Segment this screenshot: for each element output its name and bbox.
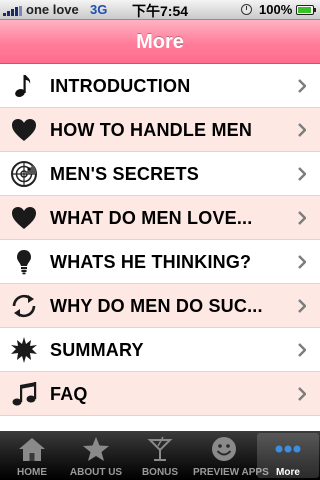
tab-label: HOME [17, 467, 47, 478]
tab-preview-apps[interactable]: PREVIEW APPS [193, 433, 269, 478]
menu-item-summary[interactable]: SUMMARY [0, 328, 320, 372]
radar-icon [11, 161, 37, 187]
menu-item-label: INTRODUCTION [50, 76, 191, 96]
chevron-right-icon [298, 211, 306, 225]
more-menu-list: INTRODUCTION HOW TO HANDLE MEN MEN'S SEC… [0, 64, 320, 416]
menu-item-what-do-men-love[interactable]: WHAT DO MEN LOVE... [0, 196, 320, 240]
house-icon [19, 438, 45, 461]
tab-about-us[interactable]: ABOUT US [65, 433, 127, 478]
chevron-right-icon [298, 299, 306, 313]
menu-item-label: WHAT DO MEN LOVE... [50, 208, 253, 228]
carrier-name: one love [26, 2, 79, 17]
status-bar: one love 3G 下午7:54 100% [0, 0, 320, 20]
tab-bar: HOME ABOUT US BONUS PREVIEW APPS More [0, 431, 320, 480]
refresh-icon [12, 294, 36, 318]
chevron-right-icon [298, 79, 306, 93]
menu-item-faq[interactable]: FAQ [0, 372, 320, 416]
menu-item-how-to-handle-men[interactable]: HOW TO HANDLE MEN [0, 108, 320, 152]
heart-icon [12, 207, 36, 229]
rotation-lock-icon [241, 4, 252, 15]
star-icon [83, 437, 109, 461]
battery-icon [296, 5, 316, 15]
chevron-right-icon [298, 343, 306, 357]
menu-item-whats-he-thinking[interactable]: WHATS HE THINKING? [0, 240, 320, 284]
tab-label: ABOUT US [69, 467, 123, 478]
smiley-icon [212, 437, 236, 461]
menu-item-why-do-men-do-such[interactable]: WHY DO MEN DO SUC... [0, 284, 320, 328]
navigation-bar: More [0, 20, 320, 64]
more-dots-icon [275, 445, 301, 453]
menu-item-label: SUMMARY [50, 340, 144, 360]
sun-icon [11, 337, 37, 363]
battery-percent: 100% [259, 2, 293, 17]
tab-home[interactable]: HOME [1, 433, 63, 478]
heart-icon [12, 119, 36, 141]
tab-bonus[interactable]: BONUS [129, 433, 191, 478]
menu-item-label: FAQ [50, 384, 88, 404]
tab-label: PREVIEW APPS [193, 467, 269, 478]
menu-item-introduction[interactable]: INTRODUCTION [0, 64, 320, 108]
menu-item-label: MEN'S SECRETS [50, 164, 199, 184]
tab-label: More [276, 467, 300, 478]
music-note-icon [15, 75, 31, 97]
menu-item-mens-secrets[interactable]: MEN'S SECRETS [0, 152, 320, 196]
page-title: More [136, 31, 184, 53]
chevron-right-icon [298, 387, 306, 401]
menu-item-label: HOW TO HANDLE MEN [50, 120, 253, 140]
lightbulb-icon [17, 250, 31, 275]
music-notes-icon [12, 382, 37, 406]
menu-item-label: WHY DO MEN DO SUC... [50, 296, 263, 316]
status-time: 下午7:54 [132, 3, 189, 19]
network-type: 3G [90, 2, 108, 17]
chevron-right-icon [298, 167, 306, 181]
tab-label: BONUS [141, 467, 179, 478]
cocktail-icon [147, 436, 173, 461]
chevron-right-icon [298, 123, 306, 137]
chevron-right-icon [298, 255, 306, 269]
menu-item-label: WHATS HE THINKING? [50, 252, 252, 272]
tab-more[interactable]: More [257, 433, 319, 478]
